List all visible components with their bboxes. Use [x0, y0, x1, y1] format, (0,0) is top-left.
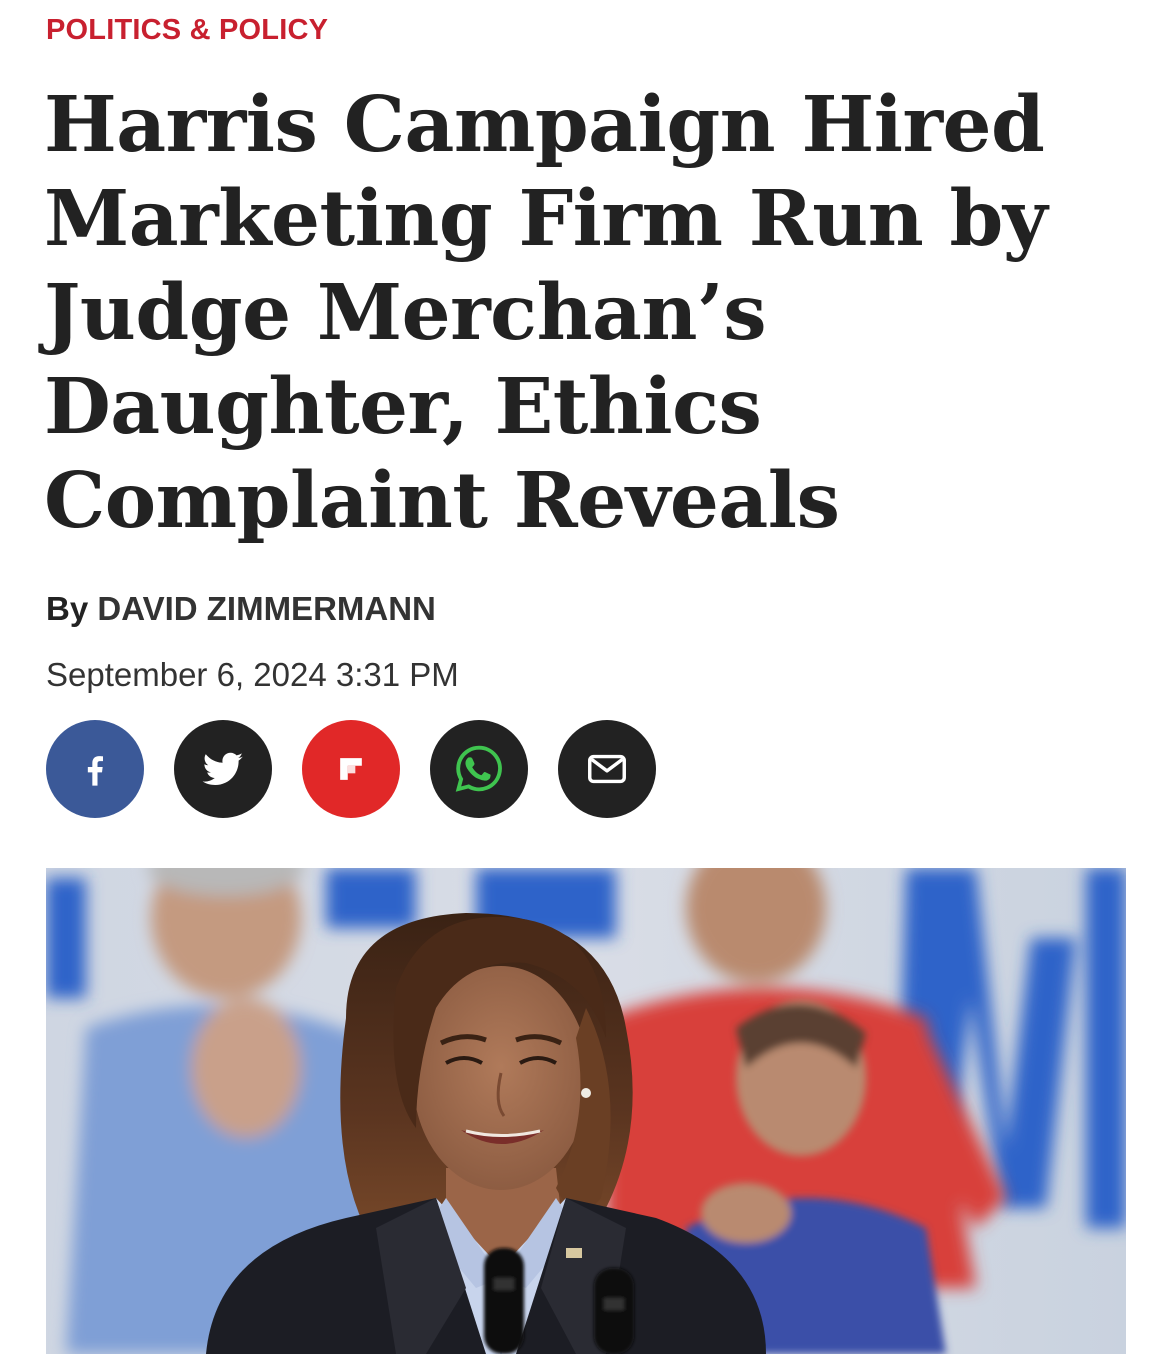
share-whatsapp-button[interactable] [430, 720, 528, 818]
category-link[interactable]: POLITICS & POLICY [46, 14, 328, 47]
email-icon [588, 754, 626, 784]
publish-date: September 6, 2024 3:31 PM [46, 656, 459, 693]
author-link[interactable]: DAVID ZIMMERMANN [97, 590, 436, 627]
hero-photo [46, 868, 1126, 1354]
facebook-icon [87, 756, 103, 786]
byline-prefix: By [46, 590, 89, 627]
share-email-button[interactable] [558, 720, 656, 818]
byline: By DAVID ZIMMERMANN [46, 590, 436, 628]
headline: Harris Campaign Hired Marketing Firm Run… [44, 80, 1048, 546]
twitter-icon [202, 752, 243, 785]
share-facebook-button[interactable] [46, 720, 144, 818]
share-twitter-button[interactable] [174, 720, 272, 818]
share-flipboard-button[interactable] [302, 720, 400, 818]
hero-image [46, 868, 1126, 1354]
flipboard-icon [340, 758, 362, 780]
whatsapp-icon [455, 745, 502, 792]
